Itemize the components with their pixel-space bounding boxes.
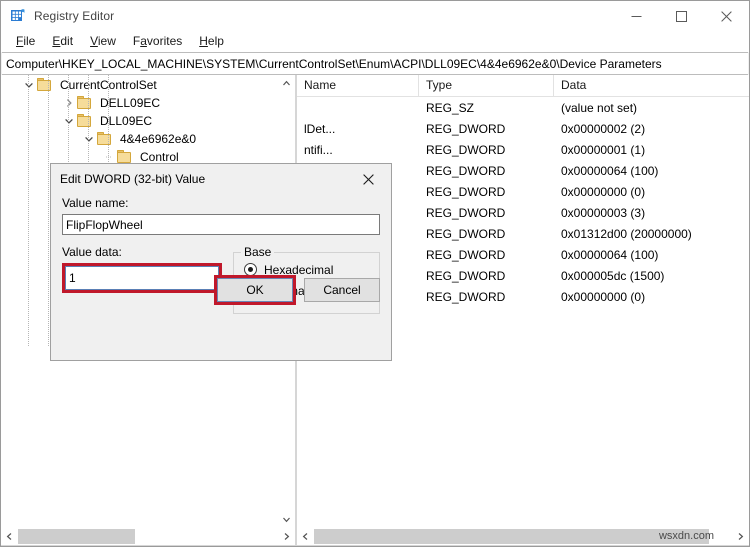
folder-icon [77,114,94,128]
cell-data: 0x00000001 (1) [561,142,646,157]
values-hscroll-track[interactable]: wsxdn.com [314,528,732,545]
cell-type: REG_DWORD [426,226,506,241]
menu-view[interactable]: View [82,32,125,51]
value-data-label: Value data: [62,245,122,259]
tree-item[interactable]: DELL09EC [1,94,295,112]
address-bar[interactable]: Computer\HKEY_LOCAL_MACHINE\SYSTEM\Curre… [2,52,748,75]
base-group-label: Base [241,245,275,260]
cell-data: (value not set) [561,100,638,115]
value-name-label: Value name: [62,196,129,210]
cell-data: 0x00000002 (2) [561,121,646,136]
value-data-input[interactable] [65,266,219,290]
scroll-left-icon[interactable] [1,528,18,545]
window-title: Registry Editor [34,9,115,23]
menu-edit[interactable]: Edit [44,32,82,51]
column-header-data[interactable]: Data [554,75,749,96]
cell-data: 0x00000000 (0) [561,184,646,199]
table-row[interactable]: ntifi... REG_DWORD 0x00000001 (1) [297,139,749,160]
window-controls [614,1,749,31]
dialog-title-bar: Edit DWORD (32-bit) Value [51,164,391,194]
tree-item[interactable]: 4&4e6962e&0 [1,130,295,148]
tree-hscroll-thumb[interactable] [18,529,135,544]
dialog-close-icon[interactable] [346,164,391,194]
dialog-buttons: OK Cancel [214,275,380,305]
dialog-title: Edit DWORD (32-bit) Value [60,172,206,186]
value-data-column: Value data: [62,245,222,314]
edit-dword-dialog: Edit DWORD (32-bit) Value Value name: Va… [50,163,392,361]
ok-button-highlight: OK [214,275,296,305]
values-horizontal-scrollbar[interactable]: wsxdn.com [297,528,749,545]
folder-icon [117,150,134,164]
scroll-down-icon[interactable] [278,511,295,528]
cell-data: 0x00000064 (100) [561,247,659,262]
values-scroll-right-icon[interactable] [732,528,749,545]
menu-file[interactable]: File [8,32,44,51]
close-button[interactable] [704,1,749,31]
table-row[interactable]: lDet... REG_DWORD 0x00000002 (2) [297,118,749,139]
tree-item-label: DLL09EC [100,114,153,128]
tree-item-label: DELL09EC [100,96,161,110]
cell-data: 0x00000003 (3) [561,205,646,220]
cell-data: 0x00000064 (100) [561,163,659,178]
cell-data: 0x000005dc (1500) [561,268,665,283]
menu-bar: File Edit View Favorites Help [1,31,749,52]
cell-type: REG_DWORD [426,184,506,199]
scroll-right-icon[interactable] [278,528,295,545]
cancel-button[interactable]: Cancel [304,278,380,302]
values-column-header: Name Type Data [297,75,749,97]
value-data-highlight [62,263,222,293]
maximize-button[interactable] [659,1,704,31]
values-scroll-left-icon[interactable] [297,528,314,545]
value-name-input[interactable] [62,214,380,235]
column-header-type[interactable]: Type [419,75,554,96]
tree-item[interactable]: DLL09EC [1,112,295,130]
cell-type: REG_SZ [426,100,475,115]
cell-type: REG_DWORD [426,268,506,283]
folder-icon [97,132,114,146]
ok-button[interactable]: OK [217,278,293,302]
registry-icon [10,8,26,24]
table-row[interactable]: REG_SZ (value not set) [297,97,749,118]
column-header-name[interactable]: Name [297,75,419,96]
tree-indent-guide [28,75,30,346]
cell-type: REG_DWORD [426,142,506,157]
values-hscroll-thumb[interactable] [314,529,709,544]
cell-name: ntifi... [304,142,333,157]
scroll-up-icon[interactable] [278,75,295,92]
cell-type: REG_DWORD [426,289,506,304]
folder-icon [37,78,54,92]
title-bar: Registry Editor [1,1,749,31]
cell-type: REG_DWORD [426,205,506,220]
tree-hscroll-track[interactable] [18,528,278,545]
watermark-text: wsxdn.com [658,530,714,542]
tree-item[interactable]: CurrentControlSet [1,76,295,94]
cell-data: 0x00000000 (0) [561,289,646,304]
tree-horizontal-scrollbar[interactable] [1,528,295,545]
dialog-body: Value name: Value data: Base [51,194,391,314]
menu-favorites[interactable]: Favorites [125,32,191,51]
registry-path: Computer\HKEY_LOCAL_MACHINE\SYSTEM\Curre… [6,56,662,71]
folder-icon [77,96,94,110]
cell-name: lDet... [304,121,336,136]
tree-item-label: 4&4e6962e&0 [120,132,197,146]
menu-help[interactable]: Help [191,32,233,51]
cell-type: REG_DWORD [426,121,506,136]
minimize-button[interactable] [614,1,659,31]
registry-editor-window: Registry Editor File Edit View Favorites… [0,0,750,547]
cell-type: REG_DWORD [426,163,506,178]
cell-data: 0x01312d00 (20000000) [561,226,692,241]
main-content: CurrentControlSet DELL09EC DLL09EC 4&4e6962… [1,75,749,546]
cell-type: REG_DWORD [426,247,506,262]
